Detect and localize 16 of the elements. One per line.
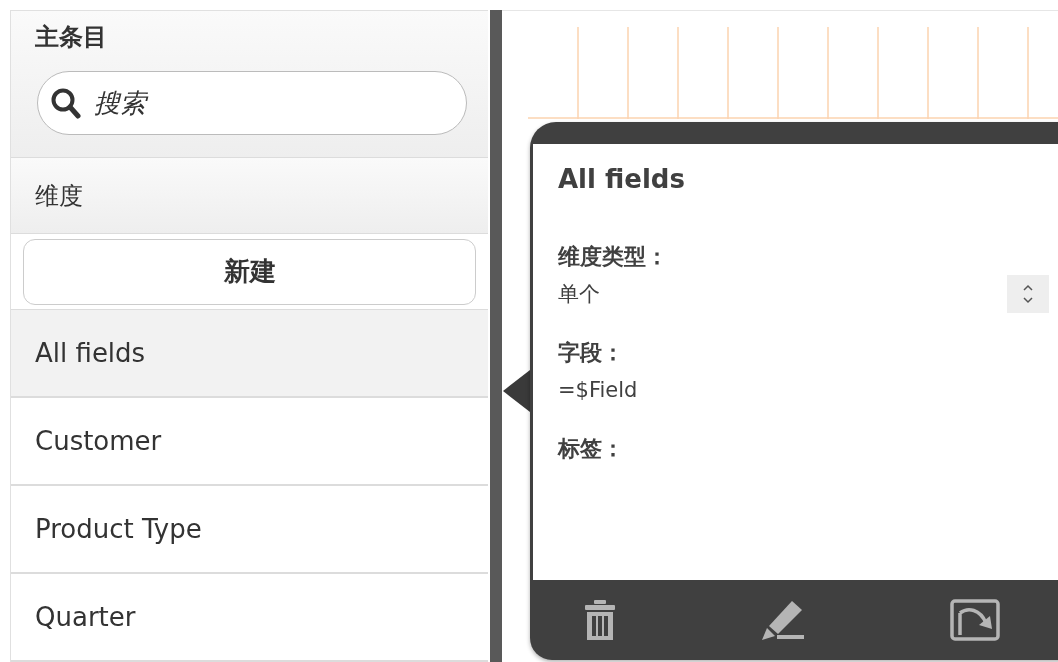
field-label: 字段： [558, 339, 624, 367]
search-field[interactable]: 搜索 [37, 71, 467, 135]
field-label: 维度类型： [558, 243, 668, 271]
field-label: 标签： [558, 435, 624, 463]
field-value: =$Field [558, 377, 638, 404]
panel-title: 主条目 [35, 22, 107, 53]
section-heading: 维度 [35, 180, 83, 212]
pencil-icon[interactable] [761, 599, 804, 641]
new-button[interactable]: 新建 [23, 238, 476, 305]
delete-icon[interactable] [585, 600, 615, 640]
expand-icon[interactable] [950, 599, 1000, 641]
up-down-icon [1007, 275, 1049, 313]
search-icon [51, 87, 81, 119]
type-dropdown[interactable]: 单个 [558, 274, 1045, 314]
list-item[interactable]: All fields [11, 310, 488, 398]
popup-title: All fields [558, 163, 685, 196]
